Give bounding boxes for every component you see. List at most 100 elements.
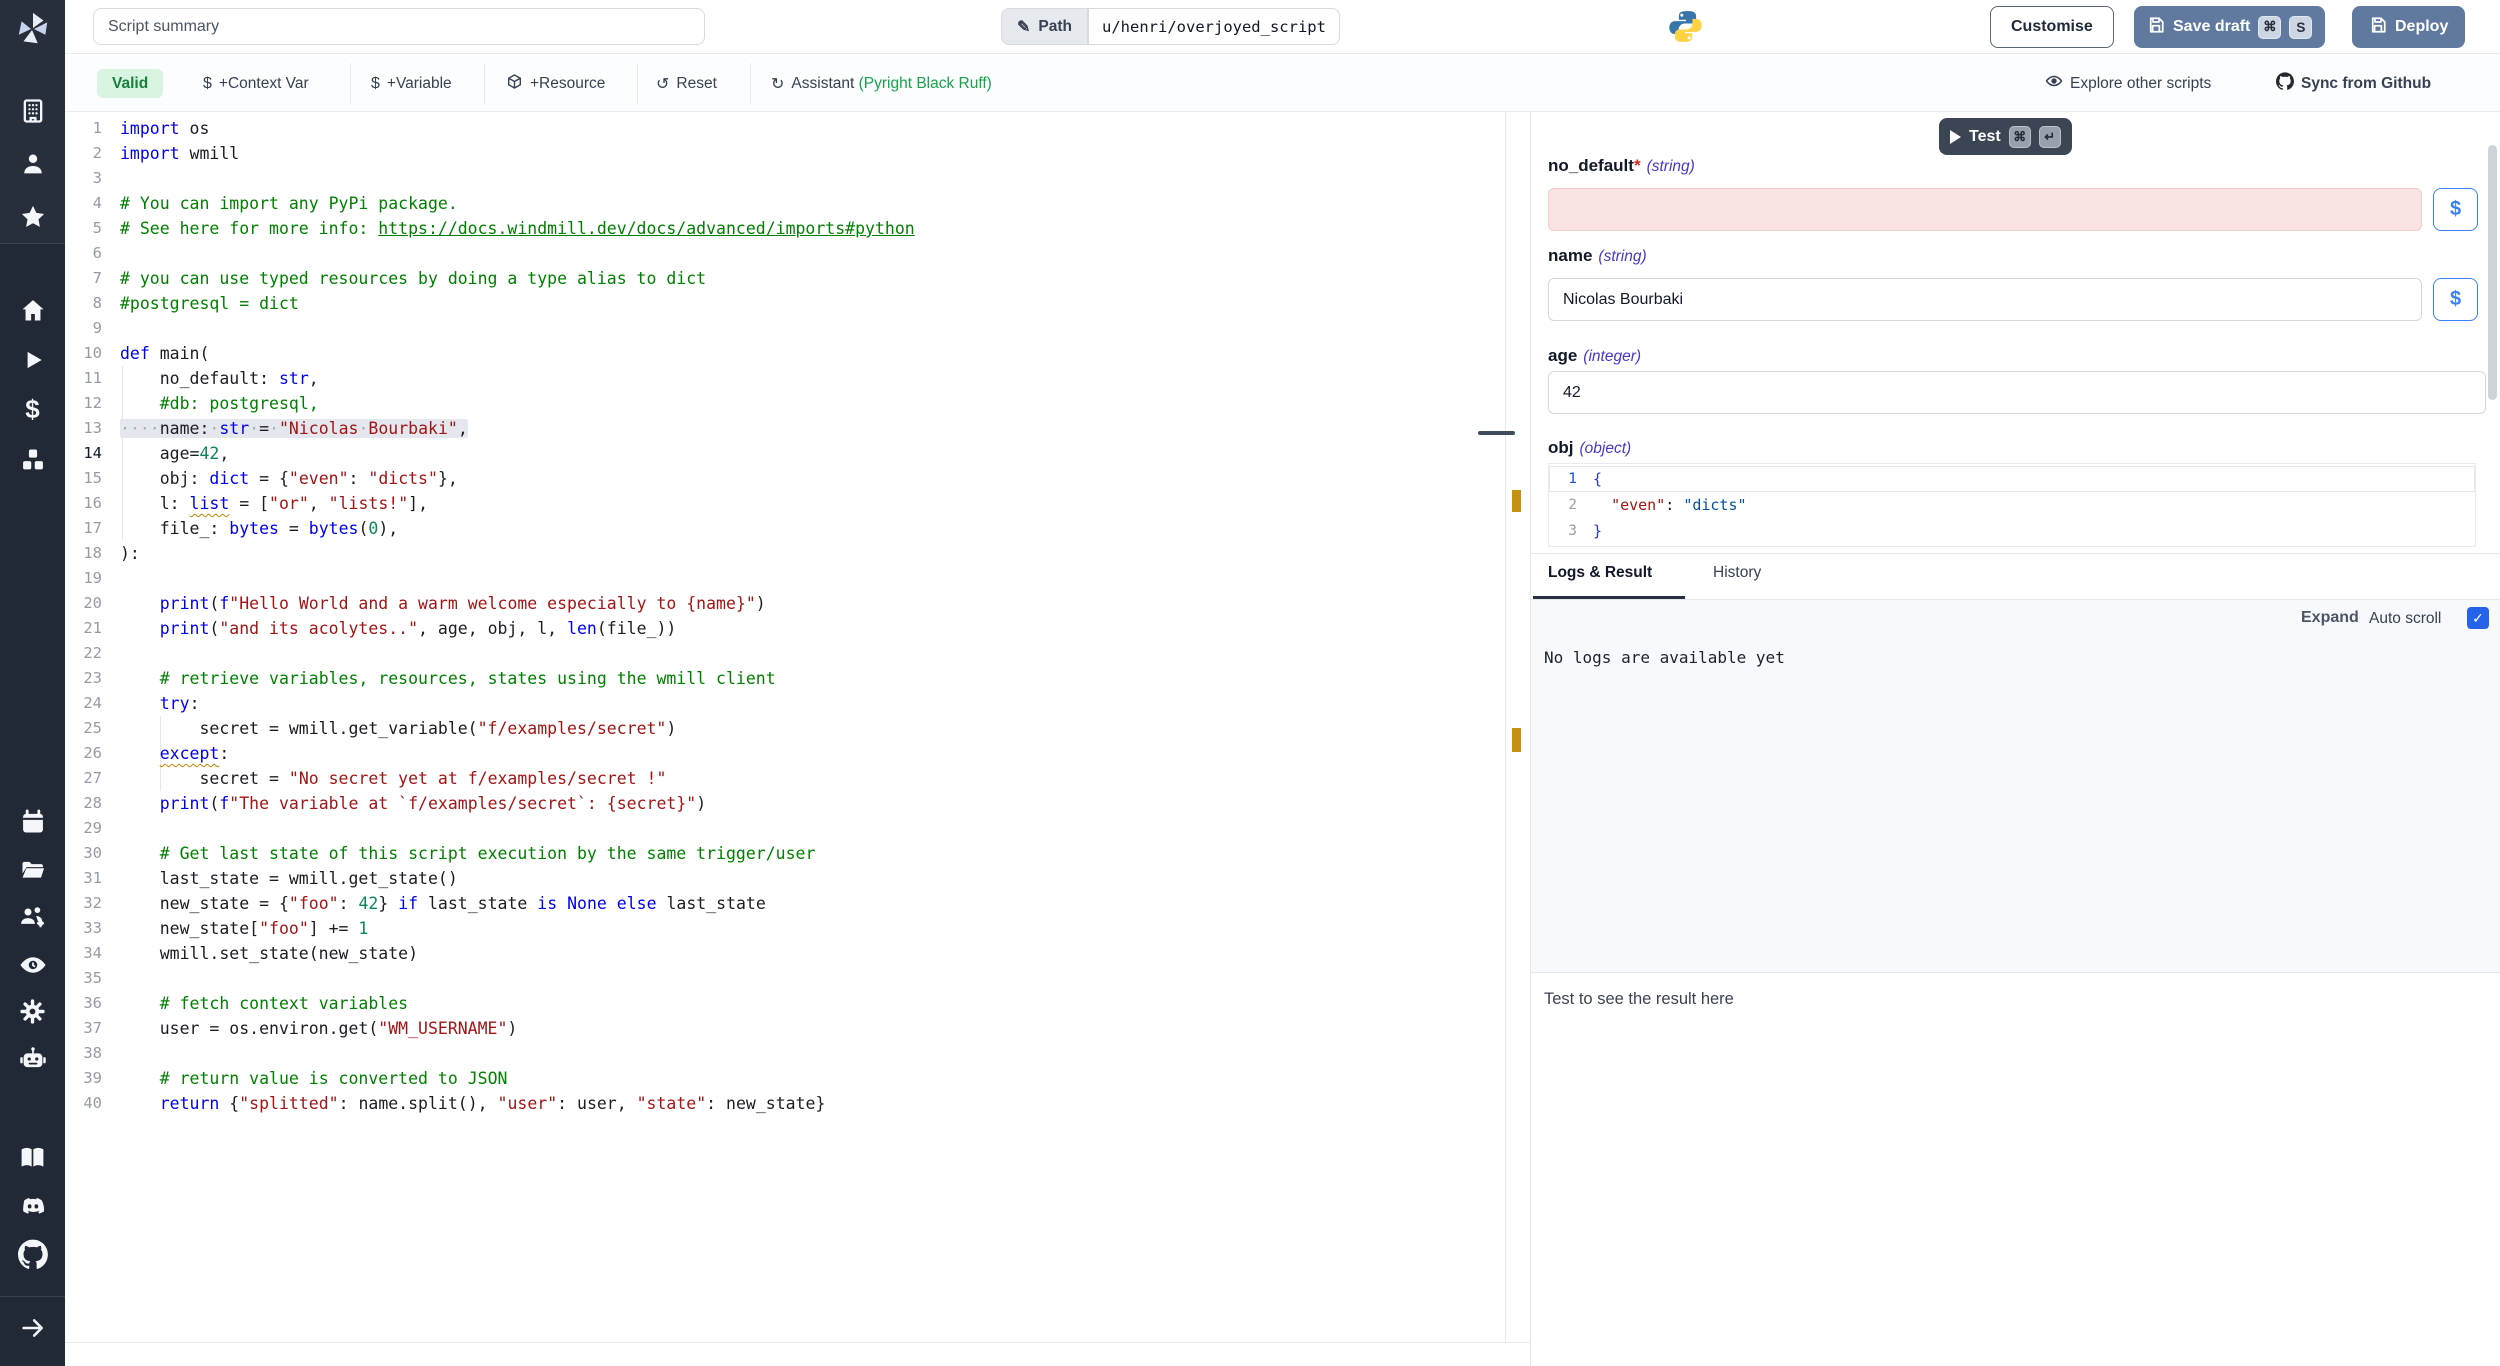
code-line[interactable]: 33 new_state["foo"] += 1 [65, 916, 1503, 941]
code-line[interactable]: 27 secret = "No secret yet at f/examples… [65, 766, 1503, 791]
no-logs-message: No logs are available yet [1544, 648, 1785, 667]
explore-other-scripts-button[interactable]: Explore other scripts [2045, 69, 2211, 98]
insert-variable-button[interactable]: $ [2433, 188, 2478, 231]
code-line[interactable]: 10def main( [65, 341, 1503, 366]
code-line[interactable]: 15 obj: dict = {"even": "dicts"}, [65, 466, 1503, 491]
test-button[interactable]: Test ⌘ ↵ [1939, 118, 2072, 155]
path-edit-button[interactable]: ✎ Path [1001, 8, 1088, 45]
code-line[interactable]: 19 [65, 566, 1503, 591]
user-icon[interactable] [0, 150, 65, 178]
code-line[interactable]: 18): [65, 541, 1503, 566]
autoscroll-checkbox[interactable]: ✓ [2467, 607, 2489, 629]
expand-button[interactable]: Expand [2301, 609, 2359, 627]
code-line[interactable]: 22 [65, 641, 1503, 666]
code-line[interactable]: 39 # return value is converted to JSON [65, 1066, 1503, 1091]
panel-scrollbar[interactable] [2488, 145, 2497, 400]
code-line[interactable]: 13····name:·str·=·"Nicolas·Bourbaki", [65, 416, 1503, 441]
code-editor[interactable]: 1import os2import wmill34# You can impor… [65, 112, 1506, 1342]
code-line[interactable]: 29 [65, 816, 1503, 841]
schedules-calendar-icon[interactable] [0, 808, 65, 836]
ai-robot-icon[interactable] [0, 1044, 65, 1074]
editor-toolbar: Valid $ +Context Var $ +Variable +Resour… [65, 55, 2500, 112]
code-line[interactable]: 40 return {"splitted": name.split(), "us… [65, 1091, 1503, 1116]
code-line[interactable]: 6 [65, 241, 1503, 266]
code-line[interactable]: 30 # Get last state of this script execu… [65, 841, 1503, 866]
line-number: 9 [65, 316, 102, 341]
insert-variable-button[interactable]: $ [2433, 278, 2478, 321]
code-line[interactable]: 20 print(f"Hello World and a warm welcom… [65, 591, 1503, 616]
star-icon[interactable] [0, 203, 65, 231]
sidebar-divider-bottom [0, 1296, 65, 1297]
sync-from-github-button[interactable]: Sync from Github [2276, 69, 2431, 98]
obj-editor-line[interactable]: 2 "even": "dicts" [1549, 492, 2475, 518]
code-line[interactable]: 38 [65, 1041, 1503, 1066]
code-line[interactable]: 12 #db: postgresql, [65, 391, 1503, 416]
kbd-cmd: ⌘ [2258, 16, 2281, 39]
required-asterisk: * [1634, 156, 1641, 175]
name-input[interactable] [1548, 278, 2422, 321]
runs-play-icon[interactable] [0, 347, 65, 373]
code-line[interactable]: 7# you can use typed resources by doing … [65, 266, 1503, 291]
code-line[interactable]: 25 secret = wmill.get_variable("f/exampl… [65, 716, 1503, 741]
discord-icon[interactable] [0, 1191, 65, 1221]
windmill-logo-icon[interactable] [0, 10, 65, 48]
audit-eye-icon[interactable] [0, 950, 65, 980]
code-line[interactable]: 26 except: [65, 741, 1503, 766]
code-line[interactable]: 17 file_: bytes = bytes(0), [65, 516, 1503, 541]
groups-users-gear-icon[interactable] [0, 902, 65, 932]
code-line[interactable]: 21 print("and its acolytes..", age, obj,… [65, 616, 1503, 641]
code-line[interactable]: 36 # fetch context variables [65, 991, 1503, 1016]
code-line[interactable]: 16 l: list = ["or", "lists!"], [65, 491, 1503, 516]
settings-gear-icon[interactable] [0, 997, 65, 1026]
code-line[interactable]: 1import os [65, 116, 1503, 141]
code-line[interactable]: 23 # retrieve variables, resources, stat… [65, 666, 1503, 691]
panel-splitter-handle[interactable] [1478, 431, 1515, 435]
add-variable-button[interactable]: $ +Variable [371, 69, 452, 98]
line-number: 1 [65, 116, 102, 141]
code-line[interactable]: 28 print(f"The variable at `f/examples/s… [65, 791, 1503, 816]
line-number: 28 [65, 791, 102, 816]
add-resource-button[interactable]: +Resource [506, 69, 605, 98]
tab-history[interactable]: History [1713, 564, 1761, 582]
add-context-var-button[interactable]: $ +Context Var [203, 69, 309, 98]
deploy-button[interactable]: Deploy [2352, 6, 2465, 48]
script-summary-input[interactable] [93, 8, 705, 45]
github-icon[interactable] [0, 1239, 65, 1269]
age-input[interactable] [1548, 371, 2486, 414]
line-number: 37 [65, 1016, 102, 1041]
code-line[interactable]: 34 wmill.set_state(new_state) [65, 941, 1503, 966]
reset-button[interactable]: ↺ Reset [656, 69, 717, 98]
customise-button[interactable]: Customise [1990, 6, 2114, 48]
code-line[interactable]: 35 [65, 966, 1503, 991]
save-draft-button[interactable]: Save draft ⌘ S [2134, 6, 2325, 48]
obj-editor-line[interactable]: 3} [1549, 518, 2475, 544]
code-line[interactable]: 11 no_default: str, [65, 366, 1503, 391]
code-line[interactable]: 2import wmill [65, 141, 1503, 166]
tab-logs-result[interactable]: Logs & Result [1548, 564, 1652, 582]
home-icon[interactable] [0, 296, 65, 324]
code-line[interactable]: 37 user = os.environ.get("WM_USERNAME") [65, 1016, 1503, 1041]
code-line[interactable]: 5# See here for more info: https://docs.… [65, 216, 1503, 241]
docs-book-icon[interactable] [0, 1143, 65, 1172]
code-line[interactable]: 32 new_state = {"foo": 42} if last_state… [65, 891, 1503, 916]
variables-dollar-icon[interactable]: $ [0, 394, 65, 424]
code-line[interactable]: 3 [65, 166, 1503, 191]
package-box-icon [506, 73, 523, 95]
no-default-input[interactable] [1548, 188, 2422, 231]
code-line[interactable]: 31 last_state = wmill.get_state() [65, 866, 1503, 891]
resources-cubes-icon[interactable] [0, 446, 65, 474]
field-type: (string) [1598, 248, 1646, 265]
workspace-building-icon[interactable] [0, 97, 65, 125]
obj-json-editor[interactable]: 1{2 "even": "dicts"3} [1548, 463, 2476, 547]
code-line[interactable]: 14 age=42, [65, 441, 1503, 466]
code-line[interactable]: 9 [65, 316, 1503, 341]
warning-marker [1512, 490, 1521, 512]
code-line[interactable]: 4# You can import any PyPi package. [65, 191, 1503, 216]
folders-icon[interactable] [0, 856, 65, 884]
obj-editor-line[interactable]: 1{ [1549, 466, 2475, 492]
code-line[interactable]: 24 try: [65, 691, 1503, 716]
code-line[interactable]: 8#postgresql = dict [65, 291, 1503, 316]
assistant-button[interactable]: ↻ Assistant (Pyright Black Ruff) [771, 69, 992, 98]
field-type: (object) [1580, 440, 1632, 457]
collapse-arrow-right-icon[interactable] [0, 1314, 65, 1342]
